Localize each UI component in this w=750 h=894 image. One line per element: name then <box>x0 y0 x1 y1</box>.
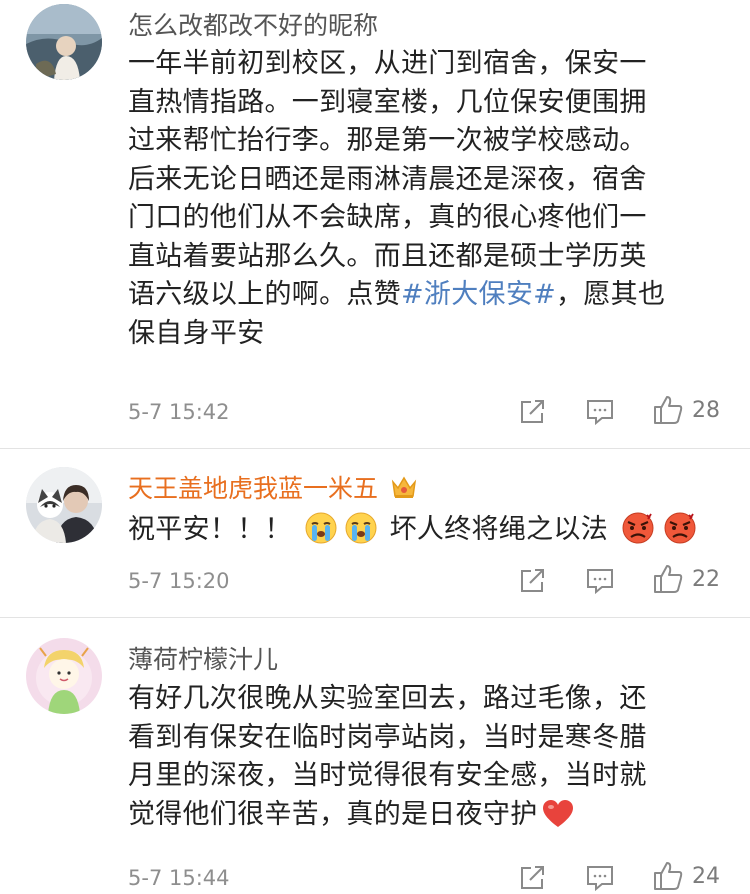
comment-item: 薄荷柠檬汁儿 有好几次很晚从实验室回去，路过毛像，还 看到有保安在临时岗亭站岗，… <box>0 618 750 894</box>
comment-icon <box>587 400 613 426</box>
comment-line: 门口的他们从不会缺席，真的很心疼他们一 <box>128 202 647 233</box>
comment-icon <box>587 866 613 892</box>
comment-button[interactable] <box>585 567 615 595</box>
comment-line: 后来无论日晒还是雨淋清晨还是深夜，宿舍 <box>128 163 647 195</box>
timestamp: 5-7 15:42 <box>128 400 230 424</box>
comment-line: 有好几次很晚从实验室回去，路过毛像，还 <box>128 683 647 714</box>
comment-line: 觉得他们很辛苦，真的是日夜守护 <box>128 796 728 835</box>
repost-icon <box>521 400 544 423</box>
comment-text: 一年半前初到校区，从进门到宿舍，保安一 直热情指路。一到寝室楼，几位保安便围拥 … <box>128 45 728 353</box>
username-text: 天王盖地虎我蓝一米五 <box>128 474 379 503</box>
username[interactable]: 天王盖地虎我蓝一米五 <box>128 469 418 505</box>
username[interactable]: 薄荷柠檬汁儿 <box>128 640 278 676</box>
like-button[interactable]: 24 <box>652 860 720 892</box>
thumbs-up-icon <box>654 565 683 593</box>
timestamp: 5-7 15:44 <box>128 866 230 890</box>
comment-text-segment: 祝平安！！！ <box>128 514 292 545</box>
repost-button[interactable] <box>518 567 546 595</box>
repost-button[interactable] <box>518 398 546 426</box>
comment-text: 有好几次很晚从实验室回去，路过毛像，还 看到有保安在临时岗亭站岗，当时是寒冬腊 … <box>128 680 728 834</box>
username[interactable]: 怎么改都改不好的昵称 <box>128 6 378 42</box>
crying-emoji <box>305 512 337 544</box>
comment-text-segment: ，愿其也 <box>556 279 666 310</box>
comment-button[interactable] <box>585 864 615 892</box>
comment-line: 语六级以上的啊。点赞#浙大保安#，愿其也 <box>128 276 728 315</box>
comment-line: 保自身平安 <box>128 317 265 349</box>
avatar[interactable] <box>26 467 102 543</box>
like-count: 22 <box>692 566 720 592</box>
comment-line: 直站着要站那么久。而且还都是硕士学历英 <box>128 240 647 272</box>
comment-text-segment: 语六级以上的啊。点赞 <box>128 279 401 310</box>
heart-emoji <box>542 799 573 827</box>
comment-line: 看到有保安在临时岗亭站岗，当时是寒冬腊 <box>128 721 647 753</box>
repost-icon <box>521 866 544 889</box>
like-count: 24 <box>692 863 720 889</box>
comment-line: 一年半前初到校区，从进门到宿舍，保安一 <box>128 48 647 79</box>
repost-button[interactable] <box>518 864 546 892</box>
comment-text-segment: 觉得他们很辛苦，真的是日夜守护 <box>128 798 538 830</box>
crown-icon <box>391 476 417 498</box>
comment-line: 直热情指路。一到寝室楼，几位保安便围拥 <box>128 86 647 118</box>
avatar[interactable] <box>26 638 102 714</box>
comment-button[interactable] <box>585 398 615 426</box>
comment-text: 祝平安！！！ 坏人终将绳之以法 <box>128 511 728 550</box>
comment-line: 祝平安！！！ 坏人终将绳之以法 <box>128 511 728 550</box>
comment-text-segment: 坏人终将绳之以法 <box>389 514 608 545</box>
like-count: 28 <box>692 397 720 423</box>
timestamp: 5-7 15:20 <box>128 569 230 593</box>
crying-emoji <box>345 512 377 544</box>
like-button[interactable]: 22 <box>652 563 720 595</box>
like-button[interactable]: 28 <box>652 394 720 426</box>
thumbs-up-icon <box>654 396 683 424</box>
thumbs-up-icon <box>654 862 683 890</box>
angry-emoji <box>622 512 654 544</box>
comment-icon <box>587 569 613 595</box>
comment-line: 月里的深夜，当时觉得很有安全感，当时就 <box>128 760 647 791</box>
comment-line: 过来帮忙抬行李。那是第一次被学校感动。 <box>128 125 647 156</box>
hashtag-link[interactable]: #浙大保安# <box>401 279 556 310</box>
repost-icon <box>521 569 544 592</box>
avatar[interactable] <box>26 4 102 80</box>
comment-item: 怎么改都改不好的昵称 一年半前初到校区，从进门到宿舍，保安一 直热情指路。一到寝… <box>0 0 750 448</box>
comment-item: 天王盖地虎我蓝一米五 祝平安！！！ 坏人终将绳之以法 5-7 15:20 22 <box>0 449 750 617</box>
angry-emoji <box>664 512 696 544</box>
